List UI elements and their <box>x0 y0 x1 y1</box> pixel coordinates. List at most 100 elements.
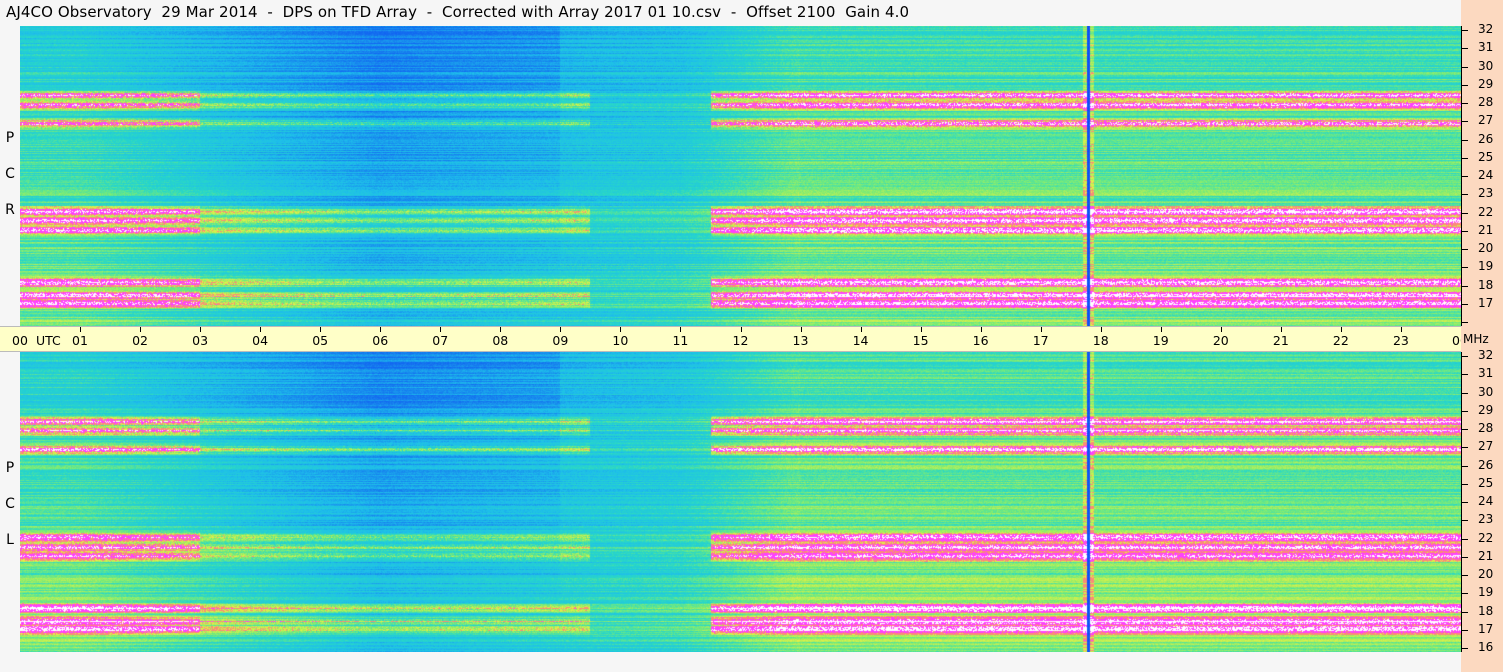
freq-tick-18-rcp: 18 <box>1478 277 1494 292</box>
time-tick-04: 04 <box>252 333 269 348</box>
time-tick-09: 09 <box>552 333 569 348</box>
freq-tick-mark-19-lcp <box>1461 593 1468 595</box>
time-tick-mark-18 <box>1100 327 1102 332</box>
freq-tick-16-lcp: 16 <box>1478 640 1494 654</box>
freq-tick-mark-23-lcp <box>1461 520 1468 522</box>
freq-tick-30-rcp: 30 <box>1478 58 1494 73</box>
freq-tick-mark-32-lcp <box>1461 356 1468 357</box>
time-tick-10: 10 <box>612 333 629 348</box>
chart-title: AJ4CO Observatory 29 Mar 2014 - DPS on T… <box>6 3 910 21</box>
time-tick-mark-22 <box>1340 327 1342 332</box>
freq-tick-mark-27-lcp <box>1461 447 1468 449</box>
freq-axis-line-lcp <box>1461 352 1462 652</box>
freq-tick-mark-29-rcp <box>1461 84 1468 86</box>
time-tick-mark-11 <box>680 327 682 332</box>
lcp-heatmap <box>20 352 1461 652</box>
time-tick-mark-10 <box>620 327 622 332</box>
lcp-letter-p: P <box>5 460 15 476</box>
freq-tick-17-lcp: 17 <box>1478 621 1494 636</box>
freq-tick-mark-31-lcp <box>1461 374 1468 376</box>
freq-tick-32-lcp: 32 <box>1478 348 1494 362</box>
time-tick-19: 19 <box>1152 333 1169 348</box>
time-tick-mark-03 <box>200 327 202 332</box>
freq-tick-mark-16-lcp <box>1461 648 1468 649</box>
freq-tick-17-rcp: 17 <box>1478 295 1494 310</box>
time-tick-08: 08 <box>492 333 509 348</box>
freq-tick-32-rcp: 32 <box>1478 22 1494 36</box>
time-tick-14: 14 <box>852 333 869 348</box>
freq-tick-mark-32-rcp <box>1461 30 1468 31</box>
time-tick-15: 15 <box>912 333 929 348</box>
time-axis: 00 UTC 01 02 03 04 05 06 07 08 09 10 11 12 13 14 15 16 1… <box>0 326 1468 352</box>
time-tick-21: 21 <box>1272 333 1289 348</box>
freq-tick-mark-28-lcp <box>1461 429 1468 430</box>
time-tick-mark-12 <box>740 327 742 332</box>
time-tick-mark-01 <box>80 327 82 332</box>
time-start-label: 00 <box>12 333 28 348</box>
time-tick-16: 16 <box>972 333 989 348</box>
freq-tick-27-rcp: 27 <box>1478 113 1494 128</box>
time-tick-01: 01 <box>72 333 88 348</box>
freq-tick-mark-28-rcp <box>1461 103 1468 104</box>
freq-tick-mark-18-lcp <box>1461 611 1468 613</box>
freq-tick-23-lcp: 23 <box>1478 512 1494 527</box>
lcp-letter-l: L <box>6 532 14 548</box>
freq-tick-26-rcp: 26 <box>1478 131 1494 146</box>
freq-tick-mark-17-lcp <box>1461 629 1468 631</box>
time-tick-mark-23 <box>1400 327 1402 332</box>
freq-tick-mark-27-rcp <box>1461 121 1468 123</box>
time-tick-mark-13 <box>800 327 802 332</box>
freq-tick-mark-29-lcp <box>1461 410 1468 412</box>
freq-tick-mark-20-rcp <box>1461 249 1468 250</box>
freq-tick-25-rcp: 25 <box>1478 149 1494 164</box>
rcp-spectrogram <box>20 26 1461 326</box>
time-tick-17: 17 <box>1032 333 1049 348</box>
freq-tick-23-rcp: 23 <box>1478 186 1494 201</box>
freq-tick-30-lcp: 30 <box>1478 384 1494 399</box>
time-tick-mark-08 <box>500 327 502 332</box>
freq-tick-19-rcp: 19 <box>1478 259 1494 274</box>
rcp-letter-r: R <box>5 202 15 218</box>
time-tick-13: 13 <box>792 333 809 348</box>
freq-tick-mark-19-rcp <box>1461 267 1468 269</box>
freq-tick-mark-23-rcp <box>1461 194 1468 196</box>
time-tick-03: 03 <box>192 333 209 348</box>
freq-tick-mark-24-rcp <box>1461 176 1468 177</box>
rcp-label: P C R <box>2 130 18 220</box>
freq-tick-mark-24-lcp <box>1461 502 1468 503</box>
time-tick-mark-05 <box>320 327 322 332</box>
freq-tick-mark-30-lcp <box>1461 392 1468 394</box>
freq-tick-29-rcp: 29 <box>1478 76 1494 91</box>
freq-tick-22-lcp: 22 <box>1478 530 1494 545</box>
time-tick-07: 07 <box>432 333 449 348</box>
freq-tick-mark-18-rcp <box>1461 285 1468 287</box>
time-tick-mark-19 <box>1160 327 1162 332</box>
freq-tick-22-rcp: 22 <box>1478 204 1494 219</box>
freq-tick-24-rcp: 24 <box>1478 168 1494 182</box>
time-tick-12: 12 <box>732 333 749 348</box>
lcp-spectrogram <box>20 352 1461 652</box>
time-tick-mark-09 <box>560 327 562 332</box>
time-tick-mark-04 <box>260 327 262 332</box>
freq-tick-mark-25-rcp <box>1461 157 1468 159</box>
freq-tick-mark-16-rcp <box>1461 322 1468 323</box>
freq-tick-21-lcp: 21 <box>1478 548 1494 563</box>
time-tick-mark-20 <box>1220 327 1222 332</box>
freq-tick-20-rcp: 20 <box>1478 241 1494 255</box>
freq-tick-31-rcp: 31 <box>1478 40 1494 55</box>
time-tick-23: 23 <box>1392 333 1409 348</box>
time-tick-mark-06 <box>380 327 382 332</box>
lcp-label: P C L <box>2 460 18 550</box>
freq-tick-19-lcp: 19 <box>1478 585 1494 600</box>
time-utc-label: UTC <box>36 333 61 348</box>
time-tick-mark-21 <box>1280 327 1282 332</box>
time-tick-mark-07 <box>440 327 442 332</box>
time-tick-mark-15 <box>920 327 922 332</box>
time-tick-06: 06 <box>372 333 389 348</box>
freq-tick-29-lcp: 29 <box>1478 402 1494 417</box>
time-tick-mark-14 <box>860 327 862 332</box>
lcp-letter-c: C <box>5 496 15 512</box>
freq-tick-mark-20-lcp <box>1461 575 1468 576</box>
freq-tick-mark-17-rcp <box>1461 303 1468 305</box>
freq-tick-18-lcp: 18 <box>1478 603 1494 618</box>
